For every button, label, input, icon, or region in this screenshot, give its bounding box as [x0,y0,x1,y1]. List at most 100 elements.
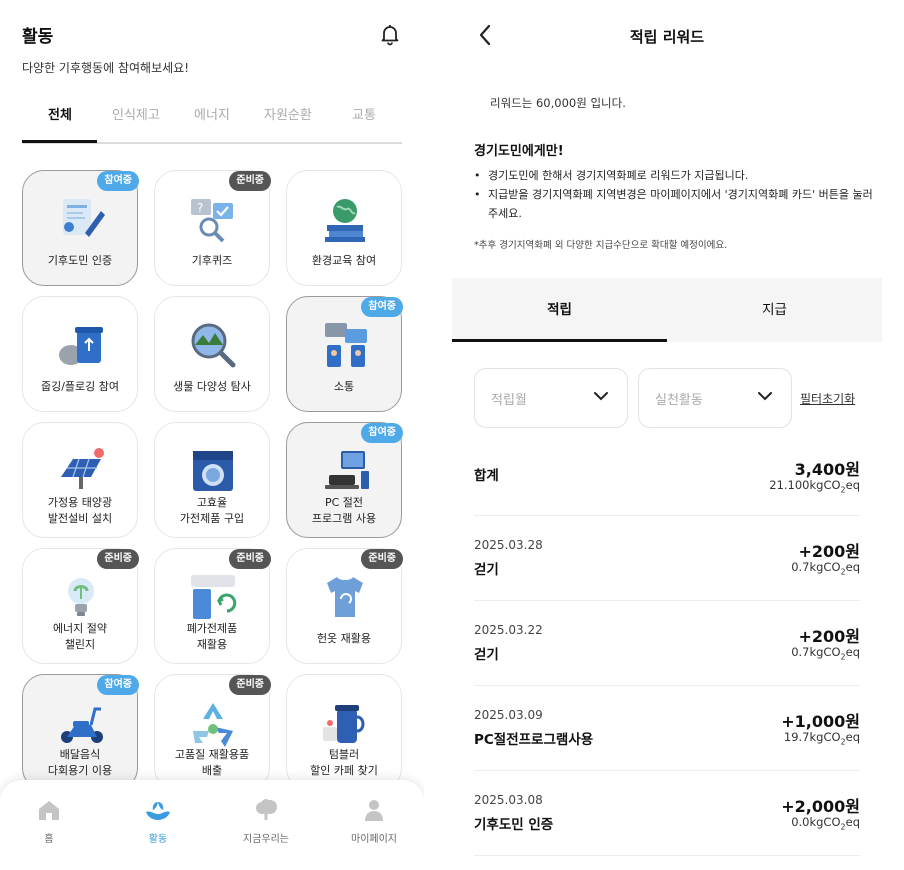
notice-item: • 경기도민에 한해서 경기지역화폐로 리워드가 지급됩니다. [474,166,874,185]
status-badge: 참여중 [97,675,139,695]
activity-card-label: 환경교육 참여 [291,253,397,269]
activity-card-label-line: 고품질 재활용품 [174,748,250,761]
activity-card-label-line: 재활용 [196,638,228,651]
lightbulb-icon [68,578,94,616]
total-co2: 21.100kgCO2eq [769,478,860,494]
total-co2-value: 21.100kgCO [769,478,841,492]
recycle-symbol-icon [193,703,233,747]
tab-earned[interactable]: 적립 [452,278,667,342]
status-badge: 참여중 [361,297,403,317]
status-badge: 준비중 [361,549,403,569]
activity-card-label-line: 생물 다양성 탐사 [173,380,251,393]
activity-card-label-line: 고효율 [196,496,228,509]
activity-card-label-line: 다회용기 이용 [47,764,113,777]
reward-history-row: 2025.03.28 걷기 +200원 0.7kgCO2eq [474,516,860,601]
nav-now[interactable]: 지금우리는 [226,798,306,845]
washing-machine-icon [193,451,233,491]
activity-card-label-line: 환경교육 참여 [311,254,377,267]
activity-card[interactable]: 헌옷 재활용 준비중 [286,548,403,664]
activity-card-label-line: 에너지 절약 [52,622,108,635]
status-badge: 준비중 [229,171,271,191]
activity-card-label: 헌옷 재활용 [291,631,397,647]
activity-card-label-line: 발전설비 설치 [47,512,113,525]
notice-item-text: 지급받을 경기지역화폐 지역변경은 마이페이지에서 '경기지역화폐 카드' 버튼… [488,188,873,220]
segment-active-indicator [452,339,667,342]
activity-card-label: 기후퀴즈 [159,253,265,269]
period-filter-select[interactable]: 적립월 [474,368,628,428]
bell-icon[interactable] [378,22,402,46]
notice-item-text: 경기도민에 한해서 경기지역화폐로 리워드가 지급됩니다. [488,169,749,182]
activity-card-label-line: 가정용 태양광 [47,496,113,509]
activity-card[interactable]: 환경교육 참여 [286,170,402,286]
tab-all[interactable]: 전체 [48,104,72,123]
nav-activity[interactable]: 활동 [118,798,198,845]
activity-card-label-line: 배달음식 [59,748,101,761]
entry-co2-unit: eq [845,645,860,659]
activity-filter-placeholder: 실천활동 [655,393,703,408]
activity-card-label: 가정용 태양광발전설비 설치 [27,495,133,527]
entry-co2-value: 19.7kgCO [783,730,841,744]
activity-card[interactable]: PC 절전프로그램 사용 참여중 [286,422,403,538]
activity-card-label-line: 할인 카페 찾기 [310,764,378,777]
activity-card-label: 배달음식다회용기 이용 [27,747,133,779]
tab-resource-recycling[interactable]: 자원순환 [264,104,312,123]
pc-icon [325,451,369,489]
activity-card[interactable]: 배달음식다회용기 이용 참여중 [22,674,139,790]
activity-card[interactable]: 고품질 재활용품 배출 준비중 [154,674,271,790]
nav-home[interactable]: 홈 [9,798,89,845]
tab-active-indicator [22,140,97,143]
entry-co2-unit: eq [845,815,860,829]
activity-card-label-line: PC 절전 [324,496,364,509]
tab-energy[interactable]: 에너지 [194,104,230,123]
tab-transport[interactable]: 교통 [352,104,376,123]
page-subtitle: 다양한 기후행동에 참여해보세요! [22,61,190,75]
activity-card-label: 폐가전제품재활용 [159,621,265,653]
activity-card[interactable]: 소통 참여중 [286,296,403,412]
activity-card-label: 고품질 재활용품 배출 [159,747,265,779]
status-badge: 참여중 [361,423,403,443]
activity-card[interactable]: ? 기후퀴즈 준비중 [154,170,271,286]
certificate-icon [63,199,105,237]
activity-card[interactable]: 가정용 태양광발전설비 설치 [22,422,138,538]
activity-card[interactable]: 폐가전제품재활용 준비중 [154,548,271,664]
tshirt-icon [327,577,363,617]
activity-card[interactable]: 줍깅/플로깅 참여 [22,296,138,412]
activity-card[interactable]: 에너지 절약 챌린지 준비중 [22,548,139,664]
status-badge: 준비중 [229,549,271,569]
page-title: 적립 리워드 [629,28,705,46]
entry-co2-value: 0.0kgCO [791,815,841,829]
activity-card-label-line: 텀블러 [328,748,360,761]
entry-co2: 0.7kgCO2eq [791,645,860,661]
activity-card-label-line: 폐가전제품 [186,622,238,635]
tab-awareness[interactable]: 인식제고 [112,104,160,123]
reward-segment-tabs: 적립 지급 [452,278,882,342]
appliance-recycle-icon [191,575,237,619]
activity-card-label-line: 줍깅/플로깅 참여 [40,380,120,393]
nav-mypage-label: 마이페이지 [351,834,397,845]
activity-filter-select[interactable]: 실천활동 [638,368,792,428]
notice-footnote: *추후 경기지역화폐 외 다양한 지급수단으로 확대할 예정이에요. [474,240,728,251]
tab-paid[interactable]: 지급 [667,278,882,342]
entry-activity: 걷기 [474,647,499,663]
nav-home-label: 홈 [44,834,54,845]
activity-card[interactable]: 기후도민 인증 참여중 [22,170,139,286]
entry-co2: 0.0kgCO2eq [791,815,860,831]
nav-mypage[interactable]: 마이페이지 [334,798,414,845]
entry-activity: 걷기 [474,562,499,578]
notice-title: 경기도민에게만! [474,144,564,159]
activity-card[interactable]: 고효율 가전제품 구입 [154,422,270,538]
activity-card[interactable]: 텀블러할인 카페 찾기 [286,674,402,790]
activity-card-label: 텀블러할인 카페 찾기 [291,747,397,779]
activity-card-label-line: 프로그램 사용 [311,512,377,525]
chat-phones-icon [325,323,367,367]
nav-now-label: 지금우리는 [243,834,289,845]
activity-card[interactable]: 생물 다양성 탐사 [154,296,270,412]
activity-card-label: 줍깅/플로깅 참여 [27,379,133,395]
total-points: 3,400원 [794,460,860,479]
total-co2-unit: eq [845,478,860,492]
status-badge: 준비중 [229,675,271,695]
entry-co2-value: 0.7kgCO [791,560,841,574]
entry-points: +200원 [798,627,860,646]
activity-card-label-line: 기후도민 인증 [47,254,113,267]
filter-reset-link[interactable]: 필터초기화 [800,390,855,407]
